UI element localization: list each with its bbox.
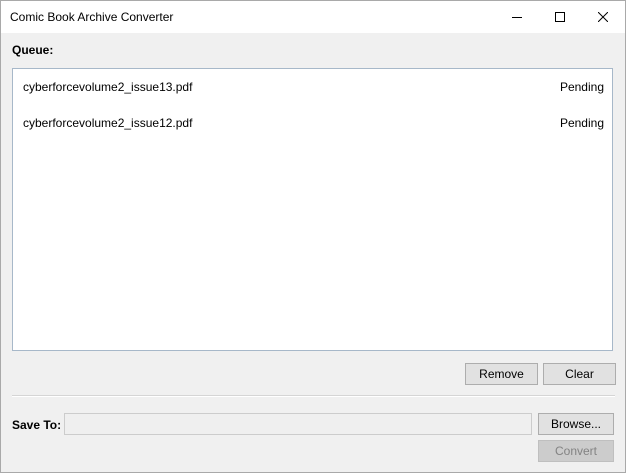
- queue-item-status: Pending: [559, 116, 604, 130]
- remove-button[interactable]: Remove: [465, 363, 538, 385]
- queue-label: Queue:: [12, 43, 54, 57]
- queue-list[interactable]: cyberforcevolume2_issue13.pdf Pending cy…: [12, 68, 613, 351]
- queue-item-filename: cyberforcevolume2_issue12.pdf: [23, 116, 193, 130]
- clear-button[interactable]: Clear: [543, 363, 616, 385]
- minimize-icon: [512, 12, 522, 22]
- queue-item-status: Pending: [559, 80, 604, 94]
- save-to-label: Save To:: [12, 418, 62, 432]
- app-window: Comic Book Archive Converter Queue: cybe…: [0, 0, 626, 473]
- save-to-field[interactable]: [64, 413, 532, 435]
- window-title: Comic Book Archive Converter: [10, 10, 174, 24]
- queue-item[interactable]: cyberforcevolume2_issue12.pdf Pending: [23, 114, 604, 134]
- separator: [12, 395, 615, 397]
- maximize-button[interactable]: [537, 1, 583, 33]
- title-bar[interactable]: Comic Book Archive Converter: [1, 1, 625, 33]
- convert-button[interactable]: Convert: [538, 440, 614, 462]
- queue-item-filename: cyberforcevolume2_issue13.pdf: [23, 80, 193, 94]
- close-icon: [598, 12, 608, 22]
- browse-button[interactable]: Browse...: [538, 413, 614, 435]
- minimize-button[interactable]: [494, 1, 540, 33]
- maximize-icon: [555, 12, 565, 22]
- close-button[interactable]: [580, 1, 626, 33]
- queue-item[interactable]: cyberforcevolume2_issue13.pdf Pending: [23, 78, 604, 98]
